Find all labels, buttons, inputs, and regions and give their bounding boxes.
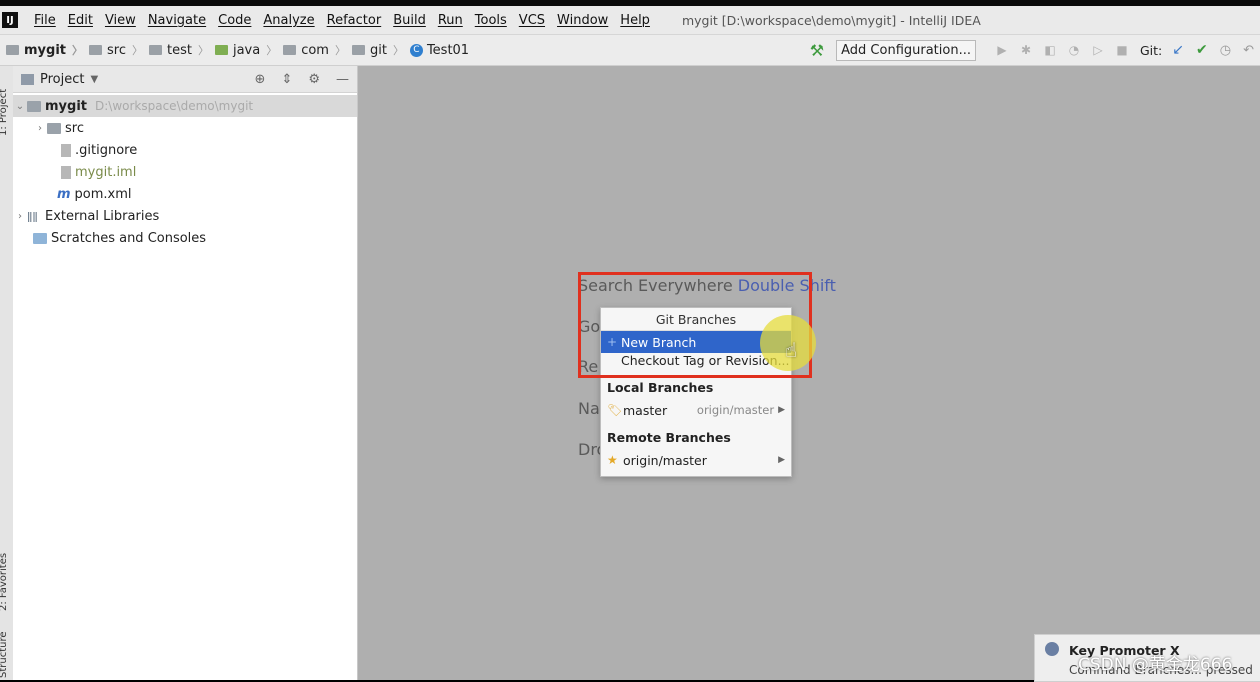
chevron-right-icon[interactable]: › (13, 211, 27, 222)
git-rollback-icon[interactable]: ↶ (1243, 43, 1254, 58)
file-icon (61, 143, 71, 157)
menu-help[interactable]: Help (614, 13, 656, 28)
menu-bar: IJ File Edit View Navigate Code Analyze … (0, 6, 1260, 35)
watermark: CSDN @黄金龙666 (1078, 655, 1233, 675)
locate-icon[interactable]: ⊕ (255, 72, 266, 87)
profile-icon[interactable]: ◔ (1067, 43, 1081, 57)
chevron-right-icon[interactable]: › (33, 123, 47, 134)
project-folder-icon (6, 45, 19, 55)
menu-refactor[interactable]: Refactor (321, 13, 388, 28)
root-path: D:\workspace\demo\mygit (95, 99, 254, 113)
chevron-right-icon: ▶ (778, 455, 785, 465)
package-icon (351, 45, 365, 55)
library-icon: ǁǁ (27, 209, 38, 223)
menu-navigate[interactable]: Navigate (142, 13, 212, 28)
project-panel-header: Project ▼ ⊕ ⇕ ⚙ — (13, 66, 357, 93)
menu-tools[interactable]: Tools (469, 13, 513, 28)
tree-item-src[interactable]: › src (13, 117, 357, 139)
chevron-right-icon: ▶ (778, 405, 785, 415)
add-configuration-button[interactable]: Add Configuration... (836, 39, 976, 61)
scratches-icon (33, 232, 47, 244)
key-promoter-icon (1045, 642, 1059, 656)
menu-analyze[interactable]: Analyze (257, 13, 320, 28)
git-label: Git: (1140, 42, 1163, 58)
folder-icon (148, 45, 162, 55)
tracking-branch: origin/master (696, 403, 775, 417)
toolbar-right: ⚒ Add Configuration... ▶ ✱ ◧ ◔ ▷ ■ Git: … (810, 35, 1260, 65)
star-icon: ★ (607, 453, 618, 467)
module-file-icon (61, 165, 71, 179)
tree-item-gitignore[interactable]: .gitignore (13, 139, 357, 161)
build-hammer-icon[interactable]: ⚒ (810, 41, 824, 60)
breadcrumb-test01[interactable]: C Test01 (404, 43, 469, 58)
menu-vcs[interactable]: VCS (513, 13, 551, 28)
breadcrumb-java[interactable]: java 〉 (209, 42, 277, 58)
project-tool-tab[interactable]: 1: Project (0, 89, 9, 136)
gear-icon[interactable]: ⚙ (308, 72, 320, 87)
tree-item-iml[interactable]: mygit.iml (13, 161, 357, 183)
intellij-logo-icon: IJ (2, 12, 18, 28)
remote-branch-origin-master[interactable]: ★ origin/master ▶ (601, 449, 791, 471)
tag-icon: 🏷 (607, 403, 623, 417)
debug-icon[interactable]: ✱ (1019, 43, 1033, 57)
java-class-icon: C (409, 43, 423, 57)
menu-build[interactable]: Build (387, 13, 432, 28)
window-title: mygit [D:\workspace\demo\mygit] - Intell… (681, 12, 981, 28)
navigation-bar: mygit 〉 src 〉 test 〉 java 〉 com 〉 git 〉 C Test… (0, 35, 1260, 66)
left-tool-strip: 1: Project 2: Favorites Structure (0, 66, 14, 680)
structure-tool-tab[interactable]: Structure (0, 631, 9, 678)
breadcrumb-com[interactable]: com 〉 (277, 42, 346, 58)
breadcrumb-git[interactable]: git 〉 (346, 42, 404, 58)
local-branch-master[interactable]: 🏷 master origin/master ▶ (601, 399, 791, 421)
git-commit-icon[interactable]: ✔ (1196, 42, 1208, 58)
run-dashboard-icon[interactable]: ▷ (1091, 43, 1105, 57)
coverage-icon[interactable]: ◧ (1043, 43, 1057, 57)
breadcrumb-test[interactable]: test 〉 (143, 42, 209, 58)
breadcrumb-src[interactable]: src 〉 (83, 42, 143, 58)
project-panel-title[interactable]: Project (40, 72, 84, 87)
tree-item-scratches[interactable]: Scratches and Consoles (13, 227, 357, 249)
folder-icon (89, 45, 102, 55)
hide-icon[interactable]: — (336, 72, 349, 87)
hand-cursor-icon: ☝ (785, 338, 798, 362)
git-update-icon[interactable]: ↙ (1172, 42, 1184, 58)
favorites-tool-tab[interactable]: 2: Favorites (0, 553, 9, 611)
tree-item-pom[interactable]: m pom.xml (13, 183, 357, 205)
tree-root-mygit[interactable]: ⌄ mygit D:\workspace\demo\mygit (13, 95, 357, 117)
project-view-icon (21, 73, 34, 85)
chevron-down-icon[interactable]: ⌄ (13, 101, 27, 112)
run-icon[interactable]: ▶ (995, 43, 1009, 57)
menu-window[interactable]: Window (551, 13, 614, 28)
folder-icon (47, 122, 61, 134)
menu-edit[interactable]: Edit (62, 13, 99, 28)
project-tree: ⌄ mygit D:\workspace\demo\mygit › src .g… (13, 93, 357, 249)
chevron-down-icon[interactable]: ▼ (90, 74, 98, 85)
git-history-icon[interactable]: ◷ (1220, 43, 1231, 58)
breadcrumb-mygit[interactable]: mygit 〉 (0, 42, 83, 58)
menu-run[interactable]: Run (432, 13, 469, 28)
test-folder-icon (214, 45, 228, 55)
tree-item-external-libraries[interactable]: › ǁǁ External Libraries (13, 205, 357, 227)
local-branches-header: Local Branches (607, 379, 714, 395)
stop-icon[interactable]: ■ (1115, 43, 1129, 57)
maven-icon: m (57, 186, 71, 202)
collapse-all-icon[interactable]: ⇕ (281, 72, 292, 87)
menu-view[interactable]: View (99, 13, 142, 28)
package-icon (283, 45, 297, 55)
navigation-bar-hint: Na (578, 399, 600, 418)
remote-branches-header: Remote Branches (607, 429, 731, 445)
project-tool-window: Project ▼ ⊕ ⇕ ⚙ — ⌄ mygit D:\workspace\d… (13, 66, 358, 680)
module-folder-icon (27, 100, 41, 112)
menu-file[interactable]: File (28, 13, 62, 28)
menu-code[interactable]: Code (212, 13, 257, 28)
